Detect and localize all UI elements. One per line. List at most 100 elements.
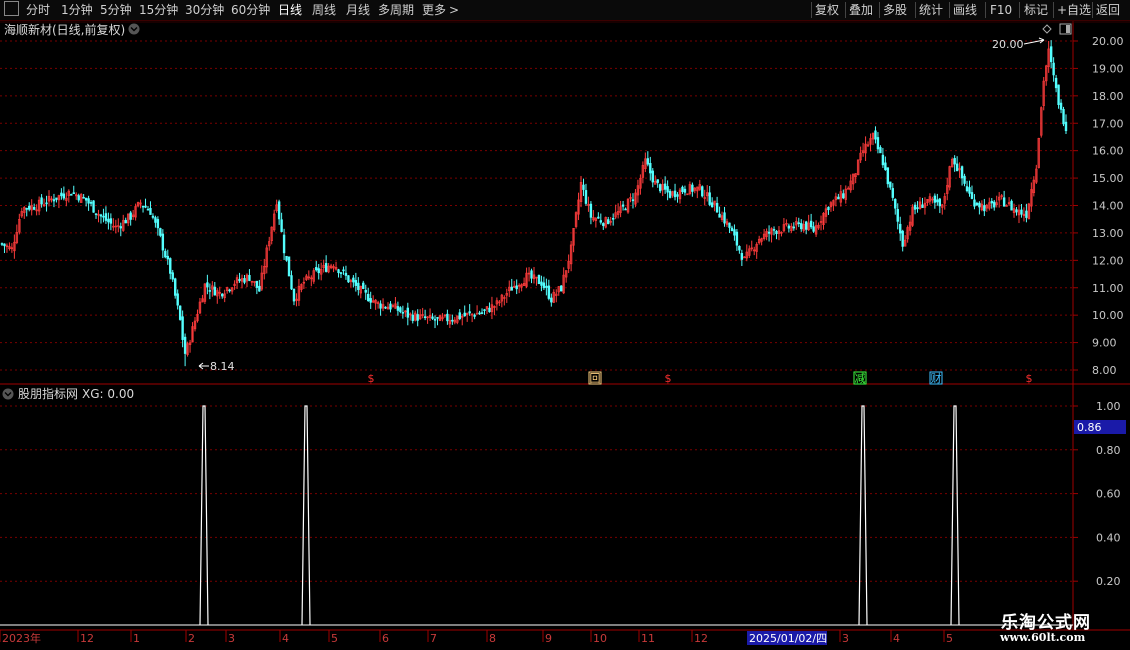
candle-body <box>1025 210 1028 218</box>
xg-signal-series <box>0 405 1073 626</box>
candle-body <box>797 222 800 225</box>
event-markers: $ 回 $ 减 财 $ <box>368 371 1033 385</box>
candle-body <box>161 233 165 251</box>
candle-body <box>119 226 122 229</box>
candle-body <box>141 205 145 208</box>
date-tick-label: 1 <box>133 632 140 645</box>
candle-body <box>537 275 541 285</box>
candle-body <box>545 285 548 288</box>
candle-body <box>708 192 711 205</box>
candle-body <box>978 202 981 208</box>
candle-body <box>84 197 88 201</box>
candle-body <box>921 204 924 208</box>
event-marker: 减 <box>855 372 866 385</box>
watermark-url: www.60lt.com <box>1000 631 1086 644</box>
candle-body <box>663 183 667 190</box>
date-tick-label: 9 <box>545 632 552 645</box>
candle-body <box>423 316 427 319</box>
candle-body <box>352 277 355 283</box>
candle-body <box>169 258 172 274</box>
candle-body <box>317 268 320 274</box>
candle-body <box>146 208 150 211</box>
candle-body <box>827 206 830 211</box>
candle-body <box>589 203 593 218</box>
candle-body <box>446 313 449 322</box>
date-tick-label: 2023年 <box>2 631 41 645</box>
candle-body <box>243 278 246 283</box>
candle-body <box>62 193 66 199</box>
candle-body <box>183 336 187 354</box>
xg-signal-spike <box>950 405 960 626</box>
candle-body <box>990 200 993 204</box>
candle-body <box>963 175 966 184</box>
candle-body <box>159 228 162 236</box>
candle-body <box>733 229 736 236</box>
candle-body <box>1064 121 1068 132</box>
indicator-dropdown-icon[interactable] <box>2 388 14 400</box>
candle-body <box>582 184 585 190</box>
candle-body <box>431 316 434 319</box>
candle-body <box>901 230 904 247</box>
candle-body <box>676 194 679 197</box>
candle-body <box>649 162 652 174</box>
date-tick-label: 3 <box>228 632 235 645</box>
candle-body <box>32 207 36 210</box>
candle-body <box>206 282 209 288</box>
candle-body <box>772 229 776 231</box>
candle-body <box>458 312 461 320</box>
candle-body <box>913 204 917 210</box>
candle-body <box>938 198 942 207</box>
diamond-icon[interactable] <box>1042 24 1052 34</box>
candle-body <box>936 199 939 203</box>
candle-body <box>738 245 741 251</box>
candle-body <box>837 196 840 200</box>
watermark: 乐淘公式网 www.60lt.com <box>975 604 1130 650</box>
candle-body <box>55 197 58 200</box>
indicator-tick-label: 0.80 <box>1096 444 1121 457</box>
candle-body <box>530 270 533 279</box>
indicator-readout: XG: 0.00 <box>82 387 134 401</box>
candle-body <box>787 225 791 229</box>
candle-body <box>624 208 627 211</box>
candle-body <box>208 290 212 292</box>
price-tick-label: 15.00 <box>1092 172 1124 185</box>
candle-body <box>389 303 392 310</box>
candle-body <box>933 195 937 203</box>
main-chart-dropdown-icon[interactable] <box>128 23 140 35</box>
candle-body <box>953 158 956 165</box>
candle-body <box>72 192 75 195</box>
candle-body <box>221 293 224 297</box>
price-tick-label: 18.00 <box>1092 90 1124 103</box>
date-axis: 2023年 12 1 2 3 4 5 6 7 8 9 10 11 12 3 4 52025/01/02/四 <box>0 630 953 645</box>
date-tick-label: 12 <box>80 632 94 645</box>
candle-body <box>607 219 610 225</box>
date-tick-label: 5 <box>946 632 953 645</box>
candle-body <box>792 226 796 229</box>
candle-body <box>248 275 251 281</box>
candle-body <box>540 281 543 286</box>
candle-body <box>891 188 894 198</box>
candle-body <box>631 199 635 202</box>
candle-body <box>666 186 669 193</box>
xg-signal-spike <box>301 405 311 626</box>
candle-body <box>463 312 466 317</box>
candle-body <box>354 280 358 286</box>
candle-body <box>955 163 959 172</box>
candle-body <box>181 316 184 340</box>
date-tick-label: 10 <box>593 632 607 645</box>
candle-body <box>124 219 127 224</box>
candle-body <box>164 250 167 258</box>
event-marker: $ <box>368 372 375 385</box>
indicator-tick-label: 0.60 <box>1096 488 1121 501</box>
candle-body <box>399 307 402 313</box>
price-tick-label: 8.00 <box>1092 364 1117 377</box>
panel-toggle-icon[interactable] <box>1059 23 1072 35</box>
high-label: 20.00 <box>992 38 1024 51</box>
candle-body <box>52 199 56 202</box>
cursor-date: 2025/01/02/四 <box>749 632 827 645</box>
candle-body <box>896 209 899 222</box>
candle-body <box>473 314 476 317</box>
candle-body <box>28 205 31 210</box>
candle-body <box>542 282 546 289</box>
candle-body <box>916 207 919 209</box>
